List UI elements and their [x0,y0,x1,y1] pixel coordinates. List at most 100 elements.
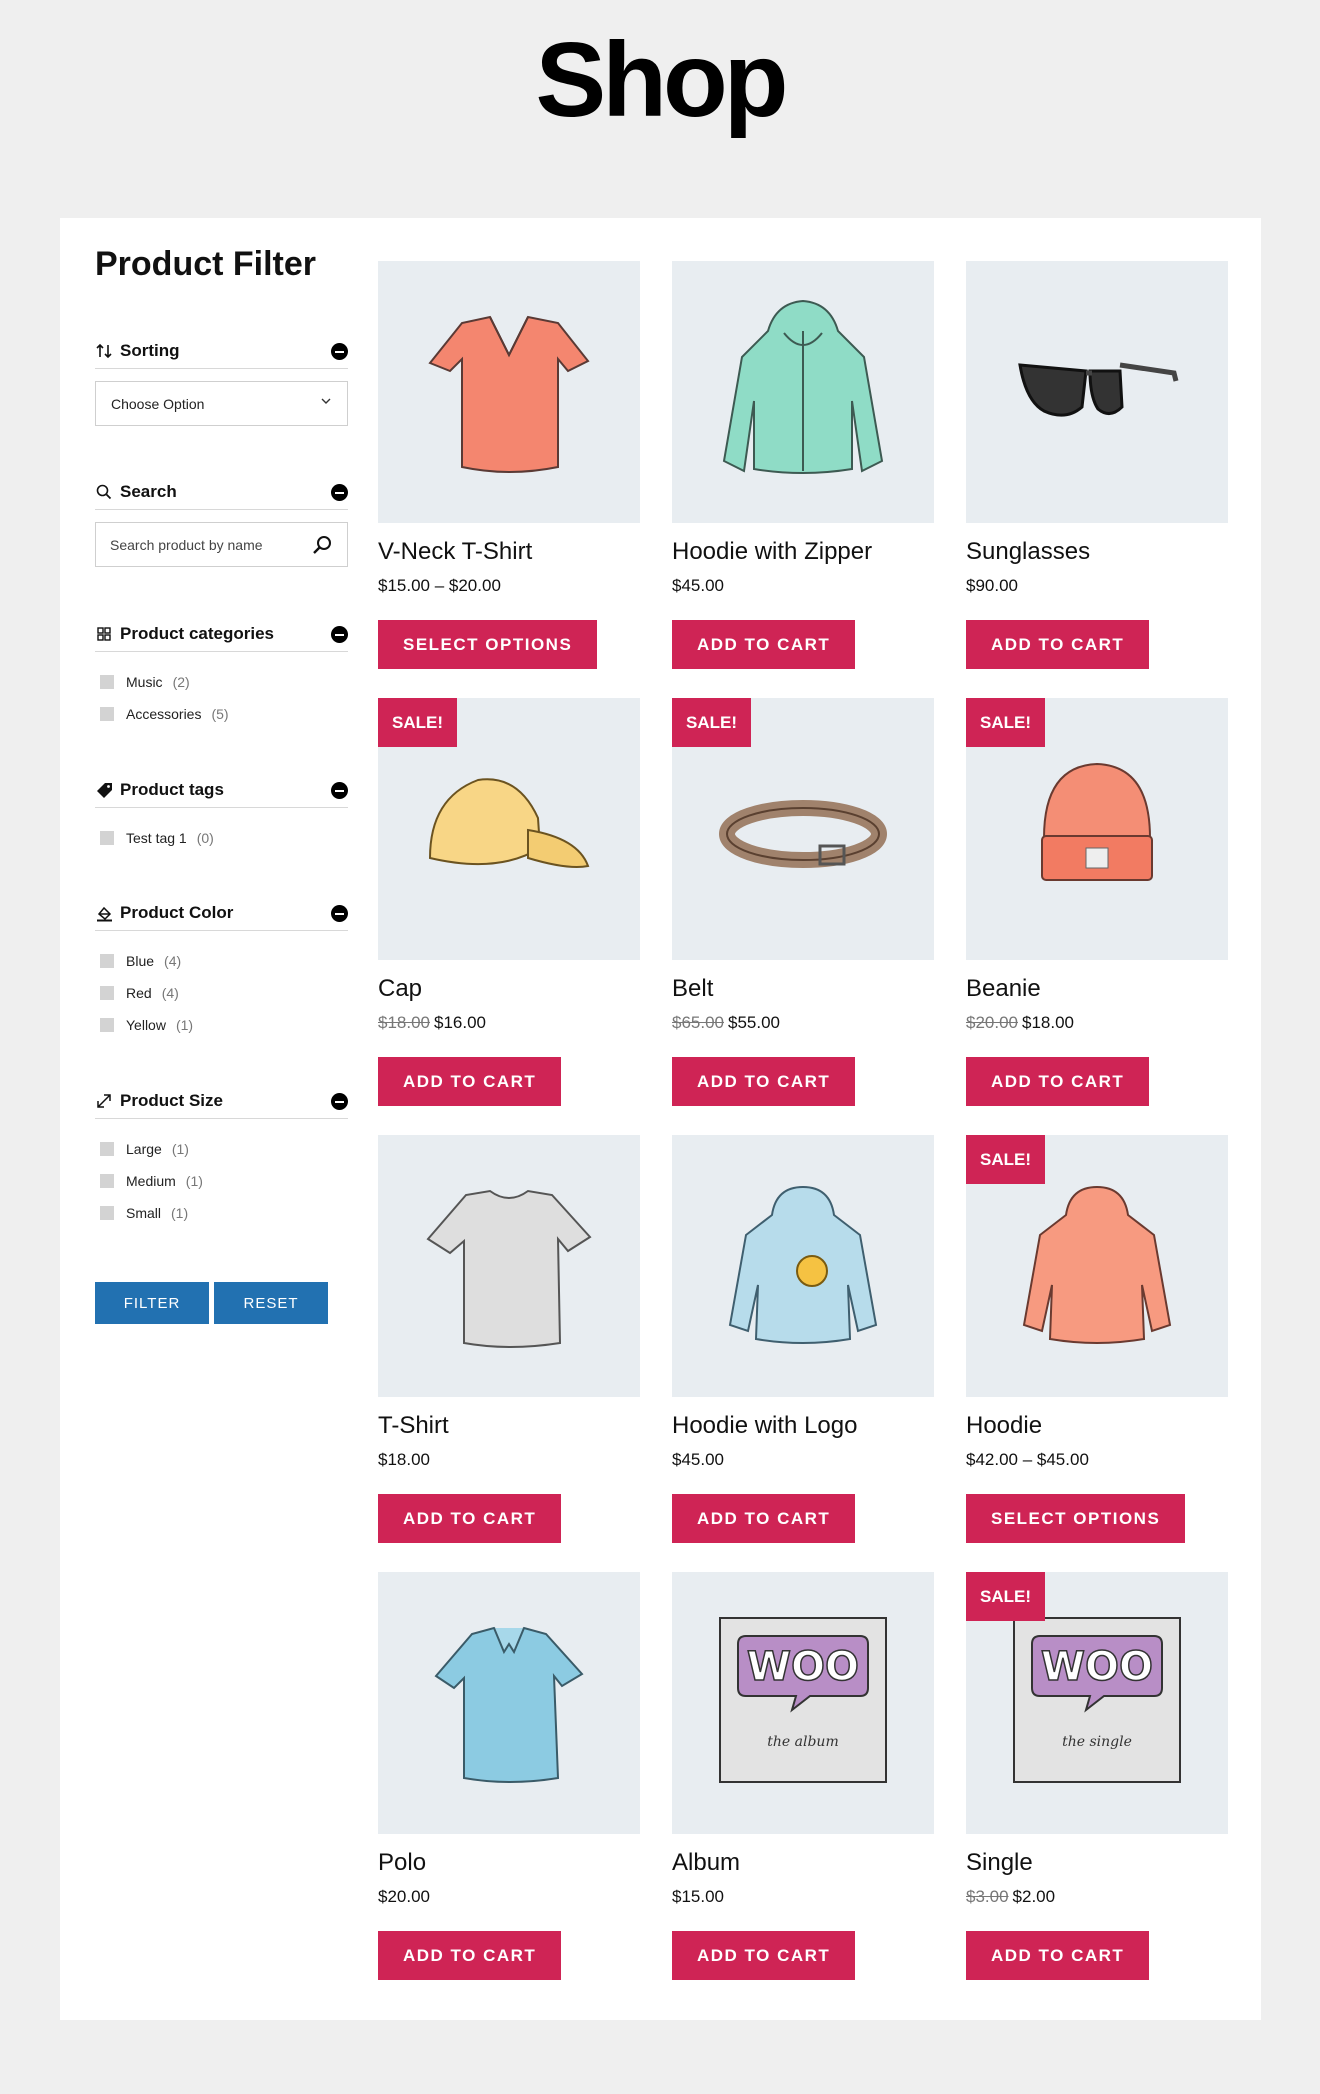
option-label: Blue [126,953,155,969]
checkbox[interactable] [100,1206,114,1220]
collapse-icon[interactable] [331,343,348,360]
product-image[interactable] [378,1572,640,1834]
product-name[interactable]: Sunglasses [966,537,1090,567]
product-price: $18.00 $16.00 [378,1013,486,1033]
checkbox[interactable] [100,831,114,845]
product-name[interactable]: Hoodie with Logo [672,1411,857,1441]
category-option-accessories[interactable]: Accessories (5) [100,704,229,724]
color-option-red[interactable]: Red (4) [100,983,179,1003]
option-count: (5) [211,706,229,722]
product-name[interactable]: Hoodie [966,1411,1042,1441]
paint-bucket-icon [95,904,113,922]
categories-header[interactable]: Product categories [95,622,348,652]
size-header[interactable]: Product Size [95,1089,348,1119]
tags-label: Product tags [120,780,224,799]
checkbox[interactable] [100,707,114,721]
sorting-header[interactable]: Sorting [95,339,348,369]
checkbox[interactable] [100,1174,114,1188]
product-image[interactable]: WOO the album [672,1572,934,1834]
old-price: $3.00 [966,1887,1009,1906]
product-image[interactable] [672,261,934,523]
checkbox[interactable] [100,954,114,968]
size-option-small[interactable]: Small (1) [100,1203,188,1223]
checkbox[interactable] [100,986,114,1000]
option-label: Yellow [126,1017,166,1033]
add-to-cart-button[interactable]: ADD TO CART [966,620,1150,669]
tags-header[interactable]: Product tags [95,778,348,808]
select-options-button[interactable]: SELECT OPTIONS [378,620,598,669]
color-option-blue[interactable]: Blue (4) [100,951,181,971]
color-label: Product Color [120,903,234,922]
collapse-icon[interactable] [331,1093,348,1110]
sale-badge: SALE! [966,1572,1045,1621]
sorting-selected-value: Choose Option [111,396,205,412]
checkbox[interactable] [100,1142,114,1156]
polo-icon [434,1626,584,1783]
magnifier-icon[interactable] [311,534,333,556]
collapse-icon[interactable] [331,782,348,799]
size-option-medium[interactable]: Medium (1) [100,1171,203,1191]
sorting-select[interactable]: Choose Option [95,381,348,426]
sort-icon [95,342,113,360]
add-to-cart-button[interactable]: ADD TO CART [378,1931,562,1980]
product-name[interactable]: Single [966,1848,1033,1878]
product-image[interactable] [672,1135,934,1397]
product-price: $20.00 [378,1887,430,1907]
add-to-cart-button[interactable]: ADD TO CART [966,1057,1150,1106]
product-name[interactable]: Hoodie with Zipper [672,537,872,567]
product-name[interactable]: Beanie [966,974,1041,1004]
add-to-cart-button[interactable]: ADD TO CART [672,620,856,669]
filter-button[interactable]: FILTER [95,1282,209,1324]
option-label: Test tag 1 [126,830,187,846]
product-name[interactable]: T-Shirt [378,1411,449,1441]
current-price: $90.00 [966,576,1018,595]
current-price: $15.00 [672,1887,724,1906]
search-input[interactable] [110,535,300,555]
sale-badge: SALE! [966,698,1045,747]
product-image[interactable] [966,261,1228,523]
category-option-music[interactable]: Music (2) [100,672,190,692]
album-art-text: WOO [747,1644,859,1690]
current-price: $15.00 – $20.00 [378,576,501,595]
option-count: (0) [196,830,214,846]
collapse-icon[interactable] [331,905,348,922]
logo-hoodie-icon [728,1185,878,1344]
zip-hoodie-icon [722,299,884,474]
size-option-large[interactable]: Large (1) [100,1139,189,1159]
option-count: (4) [164,953,182,969]
product-search-field[interactable] [95,522,348,567]
option-count: (4) [161,985,179,1001]
product-name[interactable]: Cap [378,974,422,1004]
filter-title: Product Filter [95,245,317,283]
add-to-cart-button[interactable]: ADD TO CART [672,1931,856,1980]
product-price: $20.00 $18.00 [966,1013,1074,1033]
reset-button[interactable]: RESET [214,1282,328,1324]
add-to-cart-button[interactable]: ADD TO CART [378,1494,562,1543]
color-option-yellow[interactable]: Yellow (1) [100,1015,193,1035]
checkbox[interactable] [100,675,114,689]
product-name[interactable]: Polo [378,1848,426,1878]
color-header[interactable]: Product Color [95,901,348,931]
add-to-cart-button[interactable]: ADD TO CART [378,1057,562,1106]
old-price: $65.00 [672,1013,724,1032]
add-to-cart-button[interactable]: ADD TO CART [672,1057,856,1106]
tag-option-test-tag-1[interactable]: Test tag 1 (0) [100,828,214,848]
select-options-button[interactable]: SELECT OPTIONS [966,1494,1186,1543]
categories-label: Product categories [120,624,274,643]
collapse-icon[interactable] [331,484,348,501]
option-count: (1) [185,1173,203,1189]
product-name[interactable]: Album [672,1848,740,1878]
collapse-icon[interactable] [331,626,348,643]
add-to-cart-button[interactable]: ADD TO CART [966,1931,1150,1980]
product-image[interactable] [378,1135,640,1397]
product-name[interactable]: V-Neck T-Shirt [378,537,532,567]
current-price: $42.00 – $45.00 [966,1450,1089,1469]
product-image[interactable] [378,261,640,523]
tag-icon [95,781,113,799]
add-to-cart-button[interactable]: ADD TO CART [672,1494,856,1543]
search-header[interactable]: Search [95,480,348,510]
product-name[interactable]: Belt [672,974,713,1004]
option-label: Music [126,674,163,690]
page-title: Shop [535,21,789,139]
checkbox[interactable] [100,1018,114,1032]
